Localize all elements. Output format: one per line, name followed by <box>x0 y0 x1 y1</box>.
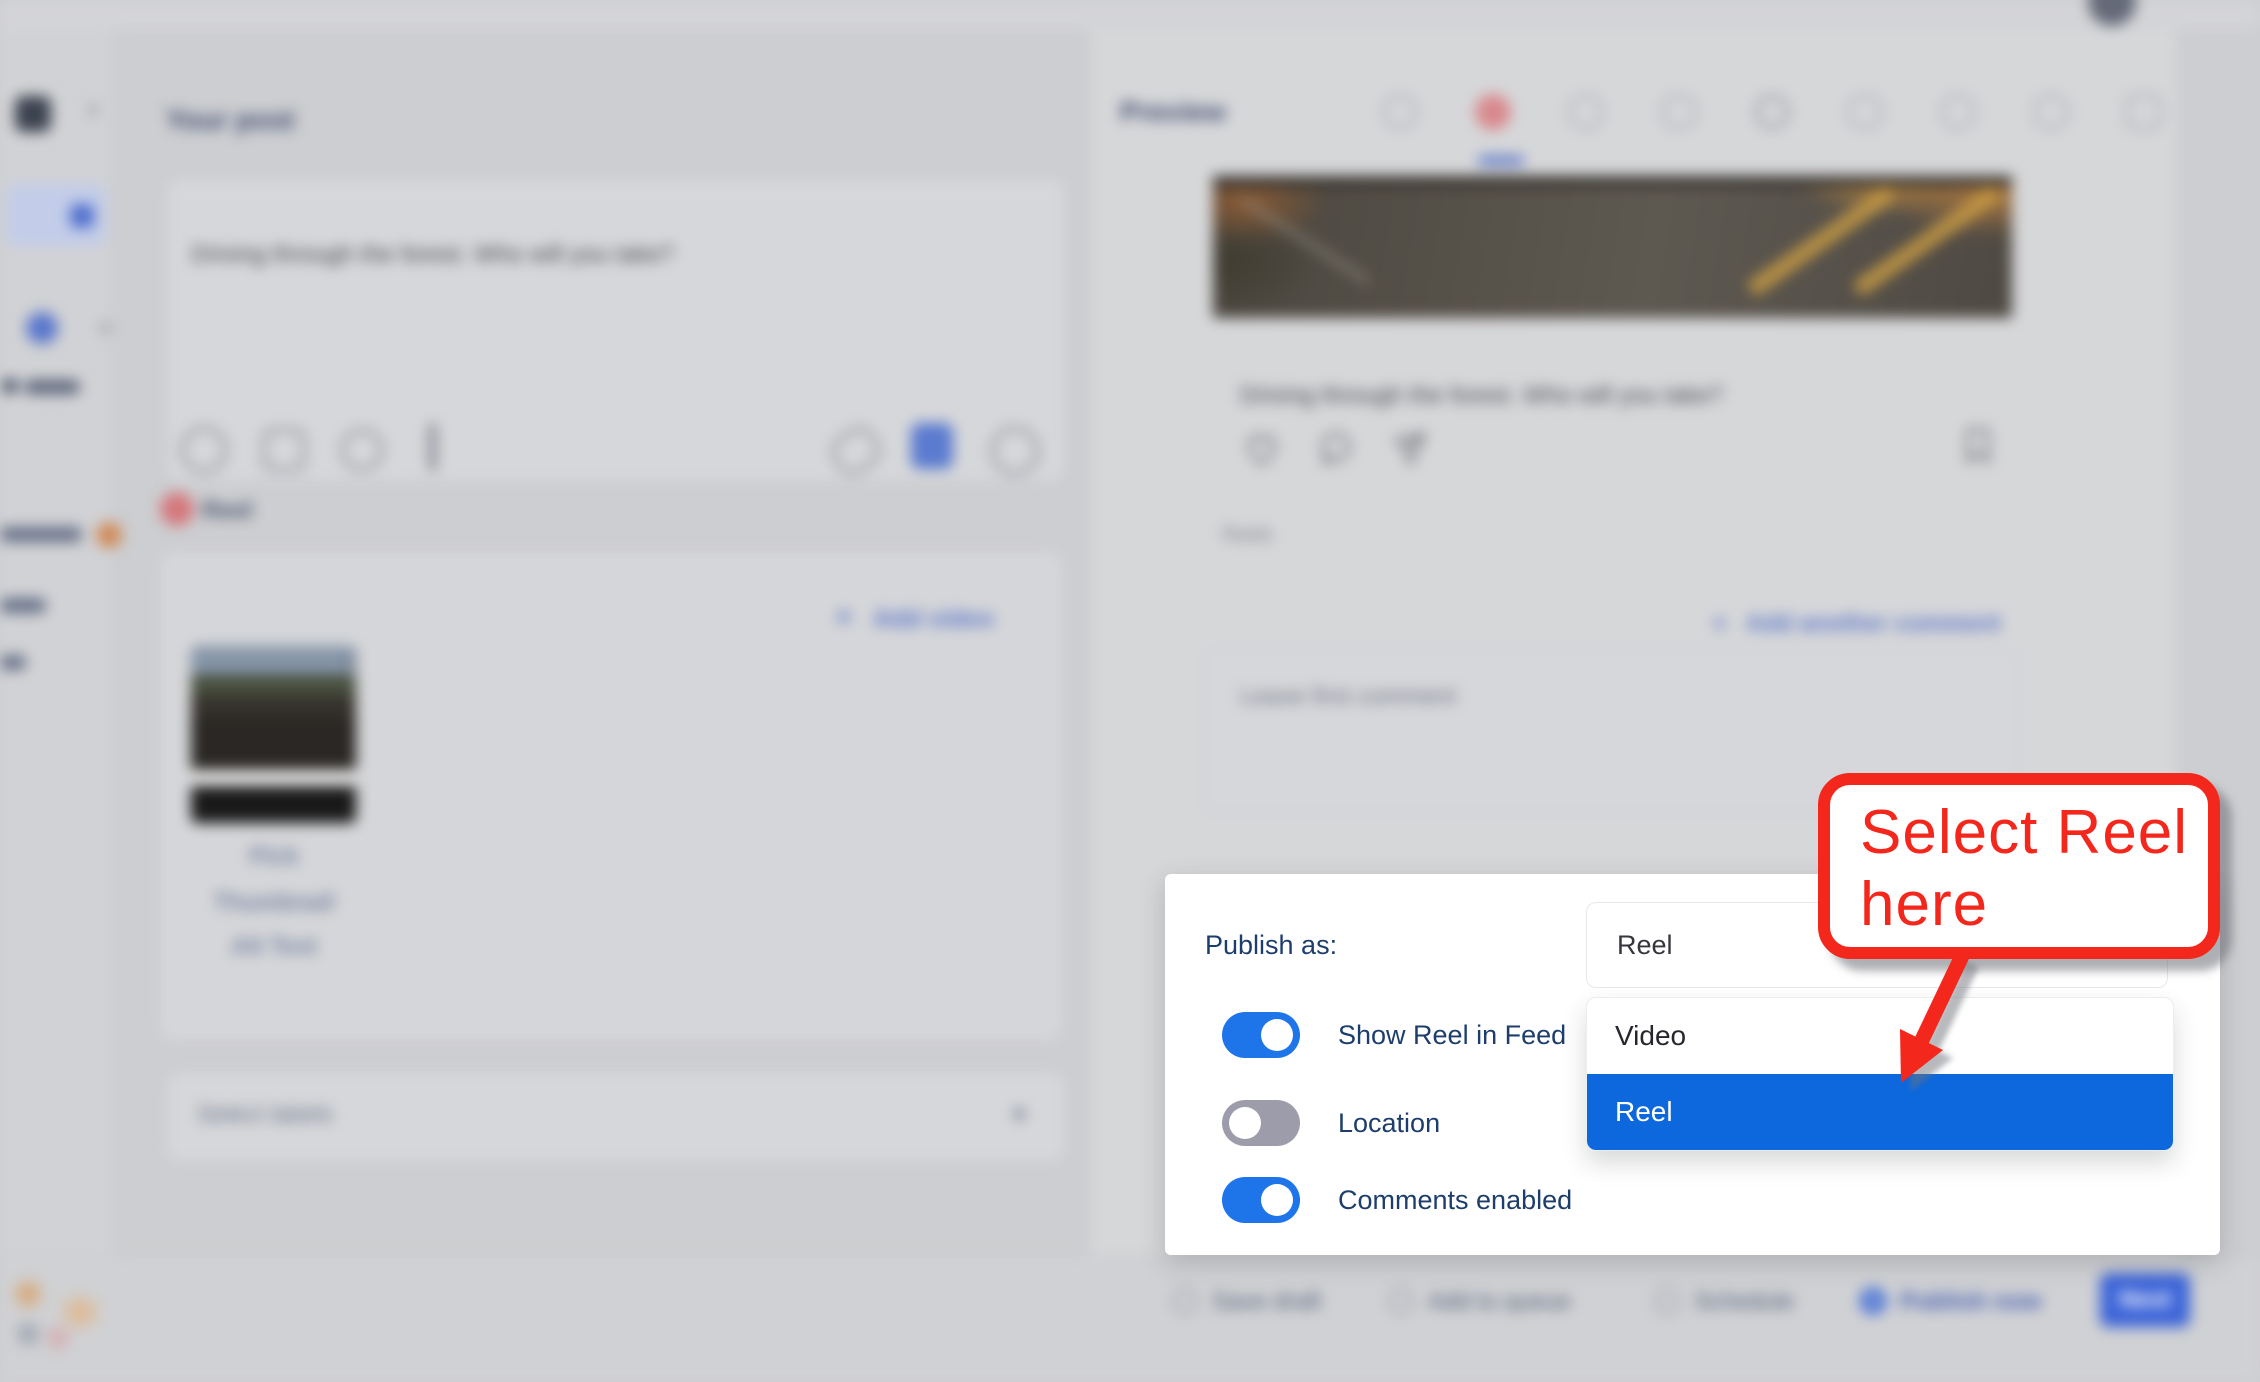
plus-icon[interactable]: + <box>96 310 115 347</box>
pick-thumbnail-link[interactable]: Pick <box>159 843 389 871</box>
radio-add-to-queue[interactable] <box>1388 1288 1414 1314</box>
collapse-chevron-icon[interactable]: ‹ <box>88 92 98 126</box>
video-section: + Add video ✕ Pick Thumbnail Alt Text <box>158 550 1064 1042</box>
preview-username-link[interactable] <box>1478 156 1524 165</box>
add-video-button[interactable]: Add video <box>873 605 994 634</box>
labels-placeholder: Select labels <box>197 1101 333 1129</box>
video-thumbnail[interactable] <box>191 646 356 823</box>
footer-bar: Save draft Add to queue Schedule Publish… <box>0 1255 2260 1382</box>
add-another-comment-button[interactable]: Add another comment <box>1746 610 2001 638</box>
save-draft-label[interactable]: Save draft <box>1212 1288 1321 1316</box>
radio-publish-now[interactable] <box>1860 1288 1886 1314</box>
composer-title: Your post <box>166 104 295 136</box>
dropdown-option-video[interactable]: Video <box>1587 998 2173 1074</box>
account-chip-label: Reel <box>202 497 253 525</box>
platform-icon-1[interactable] <box>1382 94 1418 130</box>
comment-icon[interactable] <box>1312 424 1360 472</box>
share-icon[interactable] <box>1386 424 1434 472</box>
platform-icon-instagram[interactable] <box>1475 94 1511 130</box>
radio-schedule[interactable] <box>1654 1288 1680 1314</box>
publish-now-label[interactable]: Publish now <box>1900 1288 2041 1316</box>
next-button[interactable]: Next <box>2100 1273 2190 1327</box>
sidebar-label[interactable] <box>0 655 26 670</box>
preview-caption: Driving through the forest. Who will you… <box>1240 382 1880 410</box>
plus-icon: + <box>835 601 853 635</box>
publish-as-label: Publish as: <box>1205 930 1337 961</box>
next-button-label: Next <box>2119 1286 2171 1314</box>
more-options-icon[interactable] <box>991 427 1039 475</box>
top-bar <box>0 0 2260 31</box>
platform-icon-5[interactable] <box>1754 94 1790 130</box>
media-icon[interactable] <box>911 423 953 469</box>
warning-badge-icon <box>96 522 122 548</box>
tutorial-callout: Select Reel here <box>1818 773 2220 959</box>
publish-as-selected-value: Reel <box>1617 930 1673 961</box>
labels-select[interactable]: Select labels ▾ <box>166 1072 1066 1162</box>
remove-video-icon[interactable]: ✕ <box>341 649 359 675</box>
mention-icon[interactable] <box>341 429 383 471</box>
platform-icon-9[interactable] <box>2126 94 2162 130</box>
show-reel-in-feed-label: Show Reel in Feed <box>1338 1020 1566 1051</box>
sticker-icon[interactable] <box>263 429 305 471</box>
callout-text-line1: Select Reel <box>1860 797 2208 869</box>
add-to-queue-label[interactable]: Add to queue <box>1428 1288 1571 1316</box>
comments-enabled-toggle[interactable] <box>1222 1177 1300 1223</box>
platform-icon-7[interactable] <box>1940 94 1976 130</box>
show-reel-in-feed-toggle[interactable] <box>1222 1012 1300 1058</box>
comments-enabled-label: Comments enabled <box>1338 1185 1572 1216</box>
dropdown-option-reel[interactable]: Reel <box>1587 1074 2173 1150</box>
callout-text-line2: here <box>1860 869 2208 941</box>
platform-icon-6[interactable] <box>1847 94 1883 130</box>
caption-text: Driving through the forest. Who will you… <box>191 241 811 269</box>
radio-save-draft[interactable] <box>1172 1288 1198 1314</box>
caption-textarea[interactable]: Driving through the forest. Who will you… <box>166 178 1066 482</box>
plus-icon: + <box>1712 608 1727 639</box>
schedule-label[interactable]: Schedule <box>1694 1288 1794 1316</box>
instagram-account-avatar <box>160 492 194 526</box>
app-window: ‹ + Your post Driving through the forest… <box>0 0 2260 1382</box>
platform-icon-8[interactable] <box>2033 94 2069 130</box>
reel-preview-image <box>1213 176 2012 318</box>
link-icon[interactable] <box>826 421 887 480</box>
add-account-icon[interactable] <box>26 312 58 344</box>
location-toggle[interactable] <box>1222 1100 1300 1146</box>
app-logo <box>15 96 51 132</box>
workspace-icon <box>70 204 94 228</box>
heart-icon[interactable] <box>1238 424 1286 472</box>
post-type-label: Reels <box>1222 524 1273 547</box>
pick-thumbnail-link-2[interactable]: Thumbnail <box>159 889 389 917</box>
chevron-down-icon: ▾ <box>1013 1099 1026 1130</box>
platform-icon-3[interactable] <box>1568 94 1604 130</box>
sidebar-label[interactable] <box>0 527 82 542</box>
sidebar-label[interactable] <box>0 598 46 613</box>
sidebar-item-selected[interactable] <box>6 184 106 246</box>
publish-as-dropdown: Video Reel <box>1586 997 2174 1151</box>
comment-placeholder: Leave first comment <box>1240 683 1456 711</box>
chat-widget-logo[interactable] <box>0 1272 150 1382</box>
sidebar-label[interactable] <box>24 380 80 394</box>
emoji-icon[interactable] <box>181 427 227 473</box>
preview-title: Preview <box>1120 96 1226 128</box>
location-label: Location <box>1338 1108 1440 1139</box>
text-cursor-icon[interactable] <box>429 423 436 471</box>
sidebar-dot-icon <box>2 378 18 394</box>
bookmark-icon[interactable] <box>1956 422 2000 470</box>
platform-icon-4[interactable] <box>1661 94 1697 130</box>
alt-text-link[interactable]: Alt Text <box>159 933 389 961</box>
sidebar: ‹ + <box>0 30 113 1255</box>
